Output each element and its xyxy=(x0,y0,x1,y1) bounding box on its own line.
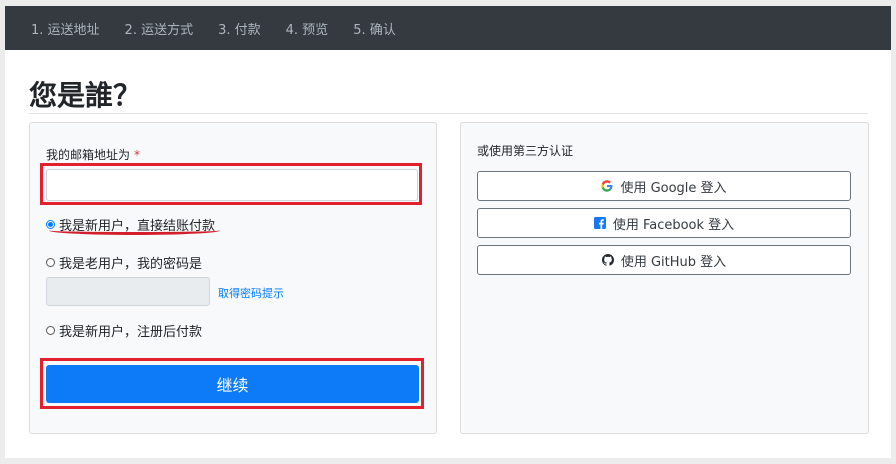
email-label: 我的邮箱地址为 * xyxy=(46,146,140,163)
facebook-login-label: 使用 Facebook 登入 xyxy=(612,217,735,233)
option-existing-label: 我是老用户，我的密码是 xyxy=(59,257,203,272)
annotation-box-email xyxy=(40,163,422,205)
step-shipping-address[interactable]: 1. 运送地址 xyxy=(31,19,100,38)
step-payment[interactable]: 3. 付款 xyxy=(218,19,261,38)
page-title: 您是誰？ xyxy=(29,79,142,112)
annotation-box-continue xyxy=(40,358,424,409)
oauth-panel xyxy=(460,122,869,434)
radio-register[interactable] xyxy=(46,326,55,335)
facebook-icon xyxy=(593,217,606,229)
google-icon xyxy=(601,180,613,192)
oauth-label: 或使用第三方认证 xyxy=(477,144,574,158)
checkout-steps-bar: 1. 运送地址 2. 运送方式 3. 付款 4. 预览 5. 确认 xyxy=(5,6,891,50)
step-shipping-method[interactable]: 2. 运送方式 xyxy=(125,19,194,38)
required-mark: * xyxy=(134,148,141,162)
google-login-label: 使用 Google 登入 xyxy=(620,180,727,196)
step-confirm[interactable]: 5. 确认 xyxy=(353,19,396,38)
step-preview[interactable]: 4. 预览 xyxy=(286,19,329,38)
title-divider xyxy=(29,113,868,114)
password-hint-link[interactable]: 取得密码提示 xyxy=(218,285,284,301)
github-icon xyxy=(601,254,614,266)
option-existing-user[interactable]: 我是老用户，我的密码是 xyxy=(46,253,202,272)
email-label-text: 我的邮箱地址为 xyxy=(46,148,131,162)
password-input[interactable] xyxy=(46,277,210,306)
option-register[interactable]: 我是新用户，注册后付款 xyxy=(46,321,202,340)
option-register-label: 我是新用户，注册后付款 xyxy=(59,325,203,340)
github-login-label: 使用 GitHub 登入 xyxy=(620,254,727,270)
google-login-button[interactable]: 使用 Google 登入 xyxy=(477,171,851,201)
annotation-underline xyxy=(49,226,220,235)
radio-existing[interactable] xyxy=(46,258,55,267)
github-login-button[interactable]: 使用 GitHub 登入 xyxy=(477,245,851,275)
facebook-login-button[interactable]: 使用 Facebook 登入 xyxy=(477,208,851,238)
